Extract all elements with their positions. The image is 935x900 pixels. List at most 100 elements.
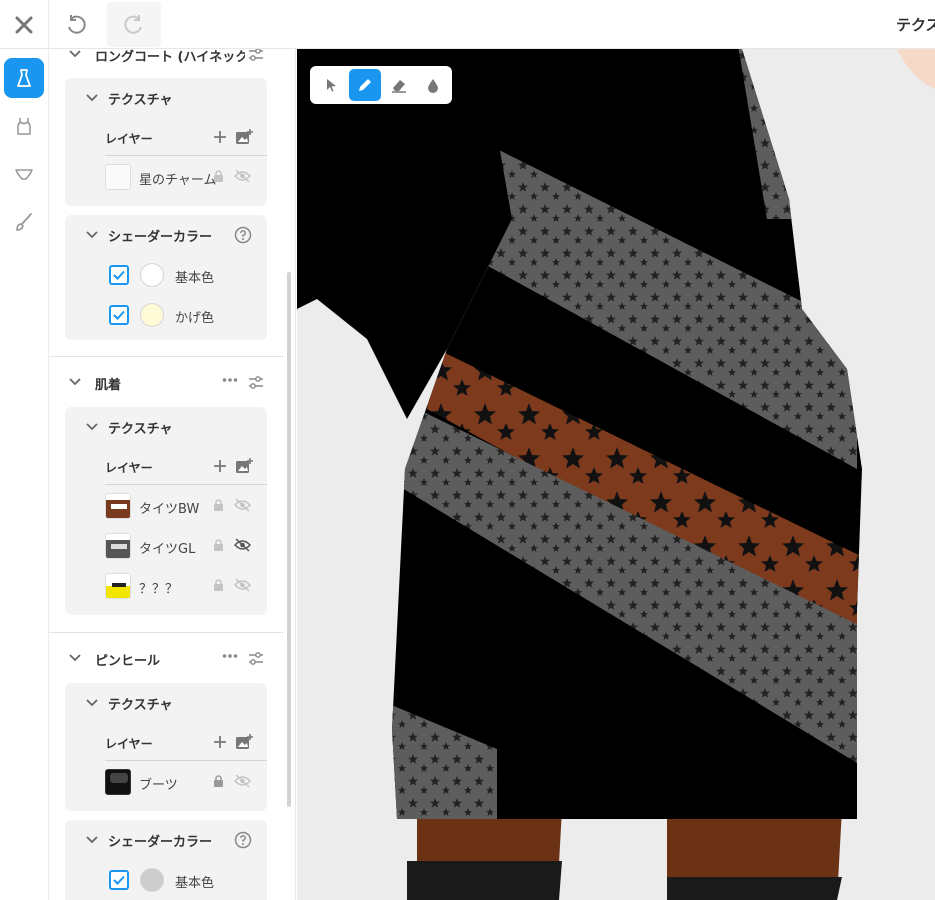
section-name: ロングコート (ハイネック)	[95, 50, 245, 65]
texture-card: テクスチャ レイヤー タイツBW タイツGL ？？？	[65, 407, 267, 615]
eye-off-icon[interactable]	[234, 498, 251, 512]
section-divider	[49, 632, 283, 633]
layers-header: レイヤー	[105, 118, 267, 156]
section-header-underwear[interactable]: 肌着	[49, 369, 283, 399]
pen-tool-button[interactable]	[349, 69, 381, 101]
layer-item[interactable]: タイツBW	[105, 489, 267, 521]
dress-icon	[17, 69, 31, 87]
more-icon[interactable]	[222, 377, 238, 383]
rail-brush-button[interactable]	[4, 202, 44, 242]
shader-color-row[interactable]: 基本色	[109, 865, 259, 895]
lock-icon[interactable]	[213, 499, 224, 511]
card-title: テクスチャ	[108, 698, 173, 713]
shader-color-row[interactable]: 基本色	[109, 260, 259, 290]
app: テクスチャ	[0, 0, 935, 900]
layer-thumbnail	[105, 573, 131, 599]
help-icon[interactable]	[234, 226, 252, 244]
sliders-icon[interactable]	[248, 49, 264, 63]
rail-top-button[interactable]	[4, 106, 44, 146]
more-icon[interactable]	[222, 653, 238, 659]
layers-header: レイヤー	[105, 447, 267, 485]
shader-card-header[interactable]: シェーダーカラー	[65, 820, 267, 860]
card-title: テクスチャ	[108, 93, 173, 108]
layer-item[interactable]: 星のチャーム	[105, 160, 267, 192]
chevron-down-icon	[69, 378, 81, 386]
section-divider	[49, 356, 283, 357]
eraser-icon	[392, 80, 406, 93]
texture-card: テクスチャ レイヤー ブーツ	[65, 683, 267, 811]
texture-card: テクスチャ レイヤー 星のチャーム	[65, 78, 267, 206]
section-header-pin-heels[interactable]: ピンヒール	[49, 645, 283, 675]
layer-name: ？？？	[139, 582, 179, 597]
plus-icon[interactable]	[213, 130, 227, 144]
rail-outfit-button[interactable]	[4, 58, 44, 98]
undo-button[interactable]	[53, 2, 99, 47]
add-image-icon[interactable]	[235, 129, 253, 145]
plus-icon[interactable]	[213, 735, 227, 749]
layer-thumbnail	[105, 769, 131, 795]
redo-icon	[124, 14, 142, 34]
lock-icon[interactable]	[213, 170, 224, 182]
shader-color-row[interactable]: かげ色	[109, 300, 259, 330]
eye-off-icon[interactable]	[234, 169, 251, 183]
color-name: 基本色	[175, 271, 215, 286]
color-swatch[interactable]	[140, 303, 164, 327]
redo-button[interactable]	[107, 2, 161, 47]
eye-off-icon[interactable]	[234, 774, 251, 788]
color-name: 基本色	[175, 876, 215, 891]
fill-tool-button[interactable]	[417, 69, 449, 101]
page-title: テクスチャ	[896, 16, 935, 34]
sliders-icon[interactable]	[248, 651, 264, 667]
3d-viewport[interactable]	[297, 49, 935, 900]
checkbox[interactable]	[109, 265, 129, 285]
color-name: かげ色	[175, 311, 215, 326]
help-icon[interactable]	[234, 831, 252, 849]
cursor-icon	[327, 79, 336, 92]
layer-thumbnail	[105, 493, 131, 519]
card-title: テクスチャ	[108, 422, 173, 437]
layer-name: タイツBW	[139, 502, 200, 517]
eye-off-icon[interactable]	[234, 578, 251, 592]
shader-card-header[interactable]: シェーダーカラー	[65, 215, 267, 255]
layer-name: ブーツ	[139, 778, 178, 793]
layer-item[interactable]: タイツGL	[105, 529, 267, 561]
rail-underwear-button[interactable]	[4, 154, 44, 194]
plus-icon[interactable]	[213, 459, 227, 473]
select-tool-button[interactable]	[315, 69, 347, 101]
pencil-icon	[359, 79, 371, 91]
layer-thumbnail	[105, 164, 131, 190]
add-image-icon[interactable]	[235, 734, 253, 750]
checkbox[interactable]	[109, 870, 129, 890]
check-icon	[113, 310, 125, 320]
texture-card-header[interactable]: テクスチャ	[65, 683, 267, 723]
shader-card: シェーダーカラー 基本色	[65, 820, 267, 900]
texture-card-header[interactable]: テクスチャ	[65, 407, 267, 447]
layer-name: 星のチャーム	[139, 173, 217, 188]
lock-icon[interactable]	[213, 775, 224, 787]
eye-off-icon[interactable]	[234, 538, 251, 552]
panel-scrollbar[interactable]	[287, 272, 291, 807]
checkbox[interactable]	[109, 305, 129, 325]
chevron-down-icon	[86, 699, 98, 707]
check-icon	[113, 270, 125, 280]
layer-name: タイツGL	[139, 542, 196, 557]
add-image-icon[interactable]	[235, 458, 253, 474]
section-header-long-coat[interactable]: ロングコート (ハイネック)	[49, 49, 283, 71]
layers-label: レイヤー	[105, 132, 153, 146]
color-swatch[interactable]	[140, 263, 164, 287]
check-icon	[113, 875, 125, 885]
undo-icon	[68, 14, 86, 34]
tank-top-icon	[17, 118, 31, 135]
layer-item[interactable]: ブーツ	[105, 765, 267, 797]
close-button[interactable]	[0, 0, 49, 49]
layer-panel: ロングコート (ハイネック) テクスチャ レイヤー 星のチャーム シェーダーカラ…	[49, 49, 296, 900]
lock-icon[interactable]	[213, 539, 224, 551]
layer-item[interactable]: ？？？	[105, 569, 267, 601]
texture-card-header[interactable]: テクスチャ	[65, 78, 267, 118]
eraser-tool-button[interactable]	[383, 69, 415, 101]
layers-label: レイヤー	[105, 737, 153, 751]
lock-icon[interactable]	[213, 579, 224, 591]
chevron-down-icon	[86, 423, 98, 431]
color-swatch[interactable]	[140, 868, 164, 892]
sliders-icon[interactable]	[248, 375, 264, 391]
